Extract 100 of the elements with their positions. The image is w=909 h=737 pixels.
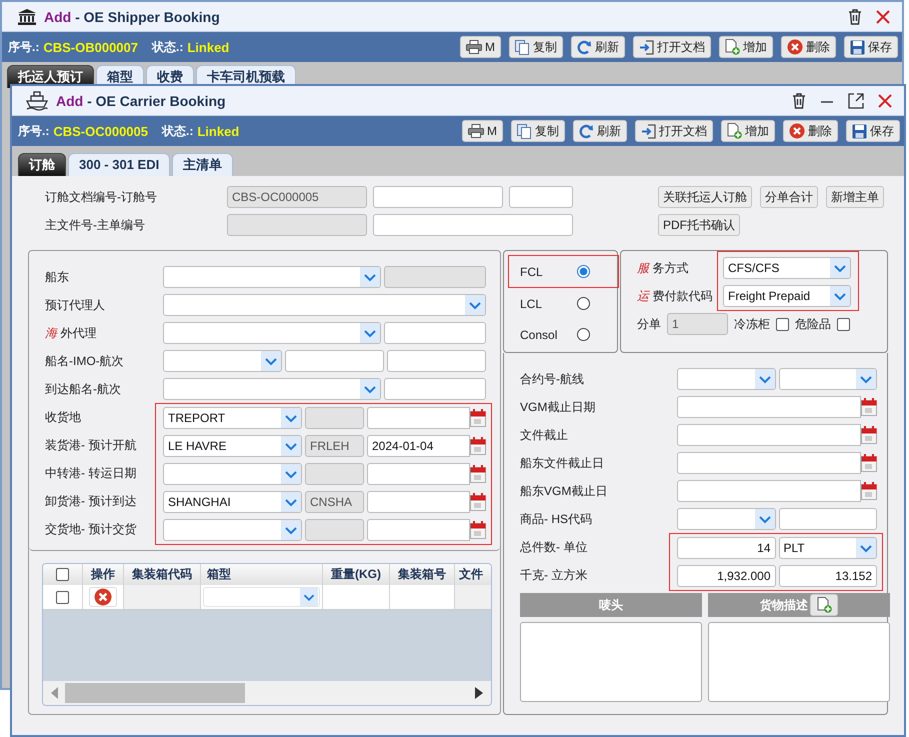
input-field[interactable] <box>384 378 486 400</box>
radio-button[interactable] <box>577 328 590 341</box>
dropdown-field[interactable]: PLT <box>778 537 877 559</box>
date-field[interactable]: 2024-01-04 <box>367 435 470 457</box>
save-icon <box>850 40 865 54</box>
tab[interactable]: 订舱 <box>18 153 66 176</box>
input-field[interactable] <box>384 266 486 288</box>
date-field[interactable] <box>367 463 470 485</box>
toolbar-button[interactable]: 打开文档 <box>635 120 713 142</box>
dropdown-field[interactable] <box>163 519 302 541</box>
import-icon <box>641 124 656 138</box>
scrollbar[interactable] <box>43 681 491 705</box>
calendar-icon[interactable] <box>470 464 486 484</box>
dropdown-field[interactable] <box>163 350 282 372</box>
maximize-icon[interactable] <box>848 92 864 108</box>
close-icon[interactable] <box>876 10 890 24</box>
toolbar-button[interactable]: 删除 <box>783 120 838 142</box>
tab[interactable]: 主清单 <box>172 153 234 176</box>
input-field[interactable] <box>509 186 573 208</box>
input-field[interactable] <box>384 322 486 344</box>
toolbar-button[interactable]: M <box>462 120 503 142</box>
date-field[interactable] <box>677 396 861 418</box>
calendar-icon[interactable] <box>470 436 486 456</box>
input-field[interactable] <box>305 407 364 429</box>
dropdown-field[interactable] <box>677 368 776 390</box>
calendar-icon[interactable] <box>861 453 877 473</box>
toolbar-button[interactable]: 刷新 <box>573 120 627 142</box>
input-field[interactable] <box>373 214 573 236</box>
checkbox[interactable] <box>56 590 69 604</box>
calendar-icon[interactable] <box>470 492 486 512</box>
dropdown-field[interactable] <box>163 266 381 288</box>
dropdown-field[interactable] <box>163 322 381 344</box>
toolbar-button[interactable]: M <box>460 36 501 58</box>
toolbar-button[interactable]: 增加 <box>721 120 775 142</box>
add-button[interactable] <box>810 594 838 616</box>
input-field[interactable] <box>778 508 877 530</box>
action-button[interactable]: PDF托书确认 <box>658 214 740 236</box>
checkbox-label: 冷冻柜 <box>734 316 770 332</box>
date-field[interactable] <box>677 452 861 474</box>
dropdown-field[interactable]: TREPORT <box>163 407 302 429</box>
calendar-icon[interactable] <box>861 397 877 417</box>
dropdown-field[interactable] <box>163 463 302 485</box>
input-field[interactable]: 14 <box>677 537 776 559</box>
dropdown-field[interactable] <box>163 378 381 400</box>
toolbar-button[interactable]: 复制 <box>509 36 563 58</box>
input-field[interactable] <box>305 519 364 541</box>
date-field[interactable] <box>367 519 470 541</box>
radio-button[interactable] <box>577 297 590 310</box>
toolbar-button[interactable]: 保存 <box>844 36 898 58</box>
input-field[interactable] <box>285 350 384 372</box>
dropdown-field[interactable] <box>163 294 486 316</box>
toolbar-button[interactable]: 增加 <box>719 36 773 58</box>
calendar-icon[interactable] <box>470 520 486 540</box>
dropdown-field[interactable]: Freight Prepaid <box>723 285 851 307</box>
toolbar-button[interactable]: 打开文档 <box>633 36 711 58</box>
dropdown-field[interactable] <box>778 368 877 390</box>
input-field[interactable] <box>387 350 486 372</box>
action-button[interactable]: 分单合计 <box>760 186 818 208</box>
toolbar-button[interactable]: 刷新 <box>571 36 625 58</box>
toolbar-button[interactable]: 删除 <box>781 36 836 58</box>
input-field[interactable]: 1 <box>667 313 728 335</box>
input-field[interactable] <box>373 186 503 208</box>
field-label: 订舱文档编号-订舱号 <box>45 188 158 206</box>
checkbox[interactable] <box>56 568 69 581</box>
calendar-icon[interactable] <box>861 425 877 445</box>
dropdown-field[interactable] <box>677 508 776 530</box>
input-field[interactable]: CBS-OC000005 <box>227 186 367 208</box>
status-value: Linked <box>197 124 240 138</box>
date-field[interactable] <box>677 424 861 446</box>
checkbox[interactable] <box>837 318 850 330</box>
input-field[interactable]: 13.152 <box>778 565 877 587</box>
close-icon[interactable] <box>878 94 892 108</box>
dropdown-field[interactable]: LE HAVRE <box>163 435 302 457</box>
date-field[interactable] <box>677 480 861 502</box>
radio-button[interactable] <box>577 265 590 278</box>
printer-icon <box>468 124 484 138</box>
dropdown-field[interactable]: SHANGHAI <box>163 491 302 513</box>
delete-button[interactable] <box>89 587 117 607</box>
calendar-icon[interactable] <box>861 481 877 501</box>
action-button[interactable]: 关联托运人订舱 <box>658 186 752 208</box>
trash-icon[interactable] <box>848 8 862 24</box>
trash-icon[interactable] <box>792 92 806 108</box>
toolbar-button[interactable]: 复制 <box>511 120 565 142</box>
text-area[interactable] <box>708 622 890 702</box>
input-field[interactable] <box>305 463 364 485</box>
tab[interactable]: 300 - 301 EDI <box>68 153 170 176</box>
field-label: 收货地 <box>45 408 81 426</box>
date-field[interactable] <box>367 491 470 513</box>
checkbox[interactable] <box>776 318 789 330</box>
input-field[interactable]: 1,932.000 <box>677 565 776 587</box>
text-area[interactable] <box>520 622 702 702</box>
refresh-icon <box>579 124 594 138</box>
action-button[interactable]: 新增主单 <box>826 186 884 208</box>
date-field[interactable] <box>367 407 470 429</box>
toolbar-button[interactable]: 保存 <box>846 120 900 142</box>
input-field[interactable]: FRLEH <box>305 435 364 457</box>
calendar-icon[interactable] <box>470 408 486 428</box>
input-field[interactable] <box>227 214 367 236</box>
dropdown-field[interactable]: CFS/CFS <box>723 257 851 279</box>
input-field[interactable]: CNSHA <box>305 491 364 513</box>
